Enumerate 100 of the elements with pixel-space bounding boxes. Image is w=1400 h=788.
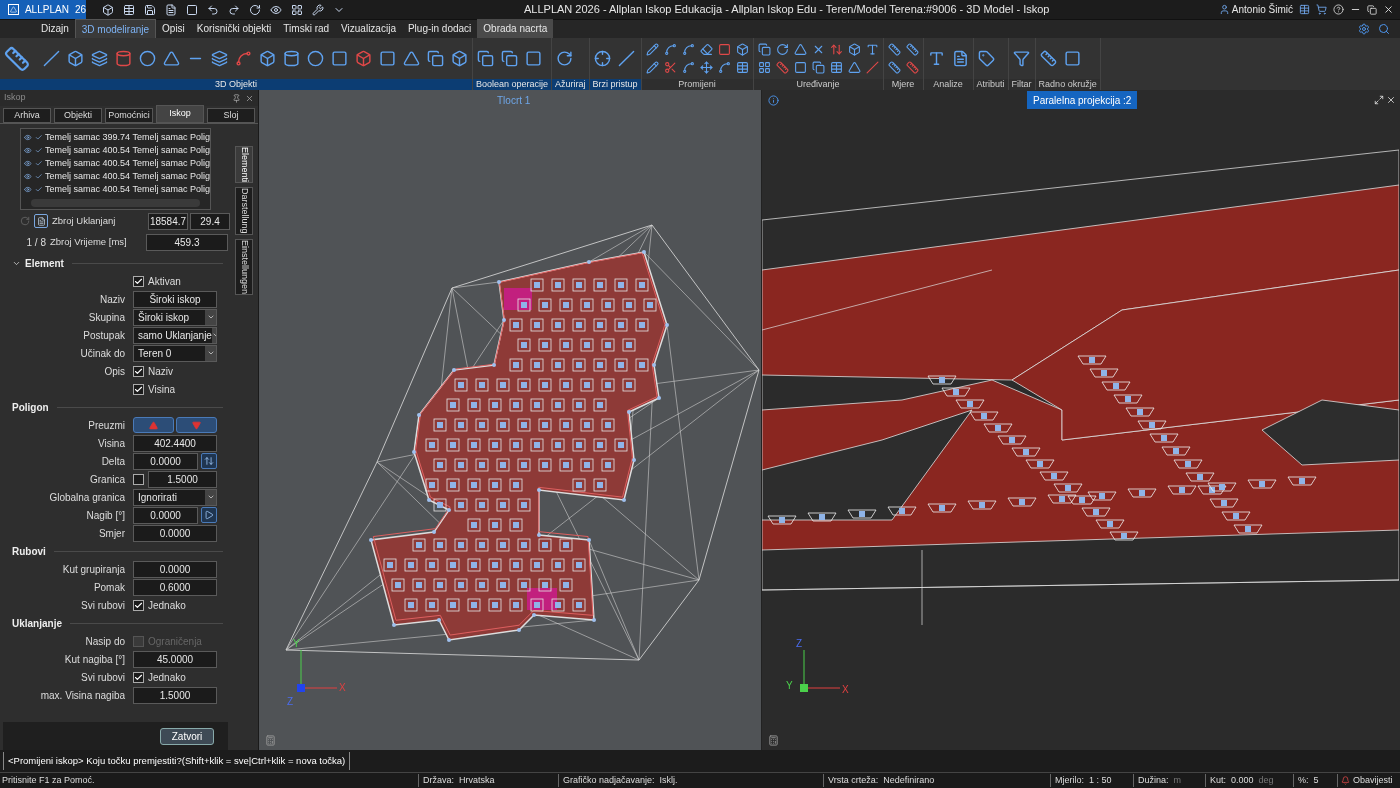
app-logo[interactable]: ALLPLAN 26 [0, 0, 86, 19]
list-item[interactable]: Temelj samac 400.54 Temelj samac Polig [45, 182, 210, 197]
status-unit: deg [1258, 773, 1274, 787]
ribbon-group-label: 3D Objekti [0, 79, 472, 90]
ribbon-tab[interactable]: Dizajn [35, 19, 75, 38]
field-label: Globalna granica [48, 490, 126, 505]
field-label: Svi rubovi [80, 598, 126, 613]
status-label: Kut: [1210, 773, 1226, 787]
status-value: Isklj. [659, 773, 678, 787]
field-label: Svi rubovi [80, 670, 126, 685]
status-label: Vrsta crteža: [828, 773, 879, 787]
section-title: Rubovi [12, 544, 46, 559]
section-title: Uklanjanje [12, 616, 63, 631]
field-label: Postupak [82, 328, 126, 343]
status-value: 5 [1313, 773, 1319, 787]
panel-tab[interactable]: Objekti [54, 108, 102, 123]
ribbon-tab[interactable]: Opisi [156, 19, 191, 38]
status-label: Grafičko nadjačavanje: [563, 773, 655, 787]
field-label: Nagib [°] [85, 508, 126, 523]
checkbox-label: Aktivan [148, 274, 181, 289]
field-label: Pomak [92, 580, 126, 595]
version-text: 26 [74, 3, 86, 17]
input-field[interactable]: 1.5000 [133, 686, 217, 704]
input-field[interactable]: 459.3 [146, 233, 228, 251]
panel-tab[interactable]: Iskop [156, 105, 204, 123]
input-field[interactable]: 0.0000 [133, 524, 217, 542]
field-label: Delta [100, 454, 126, 469]
field-label: Učinak do [79, 346, 126, 361]
ribbon-group-label: Mjere [883, 79, 923, 90]
axis-label: X [339, 681, 346, 695]
ribbon-tab[interactable]: Vizualizacija [335, 19, 402, 38]
input-field[interactable]: 18584.7 [148, 212, 188, 230]
list-item[interactable]: Temelj samac 400.54 Temelj samac Polig [45, 156, 210, 171]
field-label: Nasip do [84, 634, 126, 649]
status-label: Mjerilo: [1055, 773, 1084, 787]
ribbon-tab[interactable]: Korisnički objekti [190, 19, 278, 38]
panel-tab[interactable]: Arhiva [3, 108, 51, 123]
window-title: ALLPLAN 2026 - Allplan Iskop Edukacija - Allplan Iskop Edu - Teren/Model Terena:#9006 - 3D Model - Iskop [524, 2, 1050, 18]
status-label: %: [1298, 773, 1309, 787]
status-value: 0.000 [1231, 773, 1254, 787]
field-label: Kut nagiba [°] [63, 652, 126, 667]
field-label: Skupina [87, 310, 126, 325]
input-field[interactable]: Široki iskop [133, 290, 217, 308]
axis-label: Y [293, 637, 300, 651]
field-label: Smjer [97, 526, 126, 541]
input-field[interactable]: 45.0000 [133, 650, 217, 668]
axis-label: X [842, 683, 849, 697]
section-title: Element [25, 256, 64, 271]
ribbon-tab[interactable]: Timski rad [277, 19, 336, 38]
list-item[interactable]: Temelj samac 399.74 Temelj samac Polig [45, 130, 210, 145]
summary-label: Zbroj Vrijeme [ms] [50, 234, 128, 249]
checkbox-label: Jednako [148, 670, 186, 685]
checkbox-label: Naziv [148, 364, 173, 379]
ribbon-group-label: Uređivanje [753, 79, 883, 90]
field-label: Visina [96, 436, 126, 451]
ribbon-tab[interactable]: Plug-in dodaci [401, 19, 478, 38]
field-label: Naziv [99, 292, 126, 307]
list-item[interactable]: Temelj samac 400.54 Temelj samac Polig [45, 169, 210, 184]
checkbox-label: Jednako [148, 598, 186, 613]
logo-text: ALLPLAN [24, 3, 69, 17]
input-field[interactable]: 1.5000 [148, 470, 217, 488]
input-field[interactable]: 29.4 [190, 212, 230, 230]
status-value: Hrvatska [459, 773, 495, 787]
dropdown[interactable]: Teren 0 [133, 344, 217, 362]
checkbox-label: Visina [148, 382, 176, 397]
ribbon-group-label: Ažuriraj [552, 79, 589, 90]
input-field[interactable]: 0.0000 [133, 560, 217, 578]
section-title: Poligon [12, 400, 49, 415]
axis-label: Y [786, 679, 793, 693]
input-field[interactable]: 402.4400 [133, 434, 217, 452]
help-hint: Pritisnite F1 za Pomoć. [1, 773, 96, 787]
input-field[interactable]: 0.0000 [133, 452, 198, 470]
ribbon-group-label: Boolean operacije [473, 79, 552, 90]
user-name[interactable]: Antonio Šimić [1231, 2, 1293, 17]
status-label: Država: [423, 773, 454, 787]
viewport-title[interactable]: Paralelna projekcija :2 [1027, 91, 1138, 109]
status-label: Dužina: [1138, 773, 1169, 787]
field-label: Kut grupiranja [61, 562, 126, 577]
notifications-link[interactable]: Obavijesti [1353, 773, 1393, 788]
axis-label: Z [796, 637, 803, 651]
side-tab[interactable]: Darstellung [235, 187, 253, 235]
axis-label: Z [287, 695, 294, 709]
ribbon-tab[interactable]: 3D modeliranje [74, 19, 157, 38]
dropdown[interactable]: samo Uklanjanje [133, 326, 217, 344]
ribbon-tab[interactable]: Obrada nacrta [477, 19, 554, 38]
command-prompt: <Promijeni iskop> Koju točku premjestiti?(Shift+klik = sve|Ctrl+klik = nova točka) [3, 752, 351, 770]
field-label: Opis [103, 364, 126, 379]
input-field[interactable]: 0.6000 [133, 578, 217, 596]
dropdown[interactable]: Ignorirati [133, 488, 217, 506]
close-button[interactable]: Zatvori [160, 727, 214, 745]
dropdown[interactable]: Široki iskop [133, 308, 217, 326]
panel-tab[interactable]: Pomoćnici [105, 108, 153, 123]
side-tab[interactable]: Einstellungen [235, 238, 253, 295]
input-field[interactable]: 0.0000 [133, 506, 198, 524]
ribbon-group-label: Analize [923, 79, 973, 90]
field-label: max. Visina nagiba [39, 688, 126, 703]
list-item[interactable]: Temelj samac 400.54 Temelj samac Polig [45, 143, 210, 158]
ribbon-group-label: Radno okružje [1035, 79, 1100, 90]
side-tab[interactable]: Elementi [235, 146, 253, 183]
panel-tab[interactable]: Sloj [207, 108, 255, 123]
